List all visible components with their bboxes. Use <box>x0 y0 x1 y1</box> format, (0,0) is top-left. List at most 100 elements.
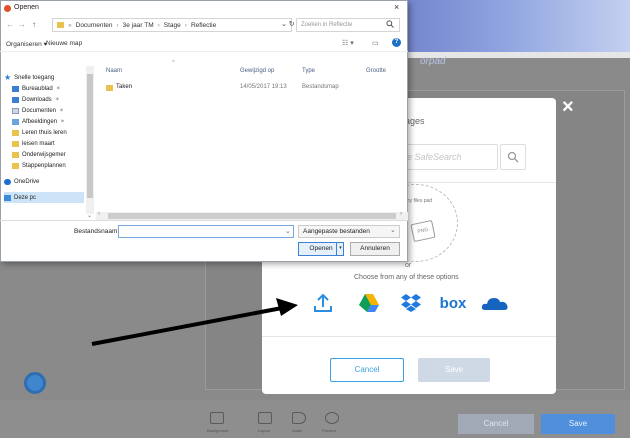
scroll-right-icon[interactable]: › <box>400 211 402 217</box>
breadcrumb-documenten[interactable]: Documenten <box>76 22 113 29</box>
modal-cancel-button[interactable]: Cancel <box>330 358 404 382</box>
nav-item-documenten[interactable]: Documenten ✶ <box>12 105 96 116</box>
chevron-down-icon[interactable]: ⌄ <box>390 226 396 234</box>
nav-item-label: Leren thuis leren <box>22 129 67 136</box>
open-dropdown-icon[interactable]: ▾ <box>336 242 344 256</box>
help-icon[interactable]: ? <box>392 38 401 47</box>
organize-menu[interactable]: Organiseren ▾ <box>6 40 47 48</box>
folder-icon <box>106 85 113 91</box>
nav-item-bureaublad[interactable]: Bureaublad ✶ <box>12 83 96 94</box>
breadcrumb-separator: » <box>68 21 72 29</box>
up-icon[interactable]: ↑ <box>32 20 36 29</box>
desktop-folder-icon <box>12 85 19 92</box>
audio-icon[interactable] <box>292 412 306 424</box>
close-icon[interactable]: × <box>562 96 574 119</box>
preview-pane-icon[interactable]: ▭ <box>372 39 379 47</box>
chat-icon[interactable] <box>24 372 46 394</box>
nav-item-onderwijsgemer[interactable]: Onderwijsgemer <box>12 149 96 160</box>
column-header-size[interactable]: Grootte <box>366 68 386 74</box>
app-brand: orpad <box>420 56 446 67</box>
nav-item-label: Onderwijsgemer <box>22 151 66 158</box>
chevron-down-icon[interactable]: ⌄ <box>285 227 291 235</box>
search-icon[interactable] <box>500 144 526 170</box>
file-type-filter[interactable]: Aangepaste bestanden <box>298 225 400 238</box>
modal-save-button[interactable]: Save <box>418 358 490 382</box>
toolbar-label-audio: Audio <box>292 428 303 433</box>
nav-item-quick-access[interactable]: ★ Snelle toegang <box>4 72 88 83</box>
bottom-toolbar <box>0 400 630 438</box>
or-separator: or <box>405 262 412 269</box>
nav-item-label: Documenten <box>22 107 57 114</box>
nav-item-onedrive[interactable]: OneDrive <box>4 176 88 187</box>
nav-item-label: Afbeeldingen <box>22 118 58 125</box>
breadcrumb-stage[interactable]: Stage <box>164 22 181 29</box>
nav-item-leisen-maart[interactable]: leisen maart <box>12 138 96 149</box>
search-icon[interactable] <box>386 20 394 30</box>
pin-icon: ✶ <box>59 108 65 114</box>
pictures-icon <box>12 118 19 125</box>
back-icon[interactable]: ← <box>6 20 14 29</box>
filename-input[interactable] <box>118 225 294 238</box>
dialog-search-input[interactable]: Zoeken in Reflectie <box>296 18 400 32</box>
pc-icon <box>4 194 11 201</box>
documents-icon <box>12 107 19 114</box>
divider <box>262 336 556 337</box>
dialog-close-icon[interactable]: × <box>394 2 399 12</box>
nav-item-afbeeldingen[interactable]: Afbeeldingen ✶ <box>12 116 96 127</box>
onedrive-icon[interactable] <box>480 290 510 316</box>
file-name: Taken <box>116 84 133 90</box>
filename-label: Bestandsnaam: <box>74 228 120 235</box>
horizontal-scrollbar-thumb[interactable] <box>108 213 396 219</box>
nav-item-leren-thuis-leren[interactable]: Leren thuis leren <box>12 127 96 138</box>
breadcrumb-3e-jaar-tm[interactable]: 3e jaar TM <box>123 22 154 29</box>
sort-indicator-icon: ^ <box>172 60 175 66</box>
nav-item-label: Stappenplannen <box>22 162 66 169</box>
toolbar-label-background: Background <box>207 428 229 433</box>
breadcrumb-separator: › <box>116 21 119 29</box>
file-modified: 14/05/2017 19:13 <box>240 84 287 90</box>
app-save-button[interactable]: Save <box>541 414 615 434</box>
folder-icon <box>12 129 19 136</box>
box-icon[interactable]: box <box>438 290 468 316</box>
background-icon[interactable] <box>210 412 224 424</box>
dropbox-icon[interactable] <box>398 290 424 316</box>
nav-item-stappenplannen[interactable]: Stappenplannen <box>12 160 96 171</box>
scroll-down-icon[interactable]: ⌄ <box>87 212 92 219</box>
nav-item-deze-pc[interactable]: Deze pc <box>4 192 84 203</box>
folder-icon <box>57 22 64 28</box>
breadcrumb-reflectie[interactable]: Reflectie <box>191 22 216 29</box>
pin-icon: ✶ <box>55 86 61 92</box>
onedrive-icon <box>4 178 11 185</box>
folder-icon <box>12 140 19 147</box>
pin-icon: ✶ <box>60 119 66 125</box>
nav-item-label: Snelle toegang <box>14 74 55 81</box>
google-drive-icon[interactable] <box>356 290 382 316</box>
choose-options-text: Choose from any of these options <box>354 274 459 281</box>
upload-icon[interactable] <box>310 290 336 316</box>
view-options-icon[interactable]: ☷ ▾ <box>342 39 354 47</box>
dialog-title: Openen <box>14 4 39 11</box>
file-type: Bestandsmap <box>302 84 339 90</box>
divider <box>0 220 408 221</box>
toolbar-label-preview: Preview <box>322 428 337 433</box>
dialog-cancel-button[interactable]: Annuleren <box>350 242 400 256</box>
nav-scrollbar-thumb[interactable] <box>87 74 93 198</box>
app-icon <box>4 5 11 12</box>
app-cancel-button[interactable]: Cancel <box>458 414 534 434</box>
layout-icon[interactable] <box>258 412 272 424</box>
nav-item-downloads[interactable]: Downloads ✶ <box>12 94 96 105</box>
new-folder-button[interactable]: Nieuwe map <box>46 40 82 47</box>
breadcrumb-separator: › <box>157 21 160 29</box>
column-header-modified[interactable]: Gewijzigd op <box>240 68 274 74</box>
column-header-type[interactable]: Type <box>302 68 315 74</box>
preview-icon[interactable] <box>325 412 339 424</box>
nav-item-label: leisen maart <box>22 140 55 147</box>
forward-icon[interactable]: → <box>18 20 26 29</box>
scroll-left-icon[interactable]: ‹ <box>98 211 100 217</box>
breadcrumb-separator: › <box>184 21 187 29</box>
column-header-name[interactable]: Naam <box>106 68 122 74</box>
address-bar[interactable]: » Documenten › 3e jaar TM › Stage › Refl… <box>52 18 292 32</box>
refresh-icon[interactable]: ⌄ ↻ <box>281 20 295 28</box>
star-icon: ★ <box>4 73 12 82</box>
folder-icon <box>12 151 19 158</box>
